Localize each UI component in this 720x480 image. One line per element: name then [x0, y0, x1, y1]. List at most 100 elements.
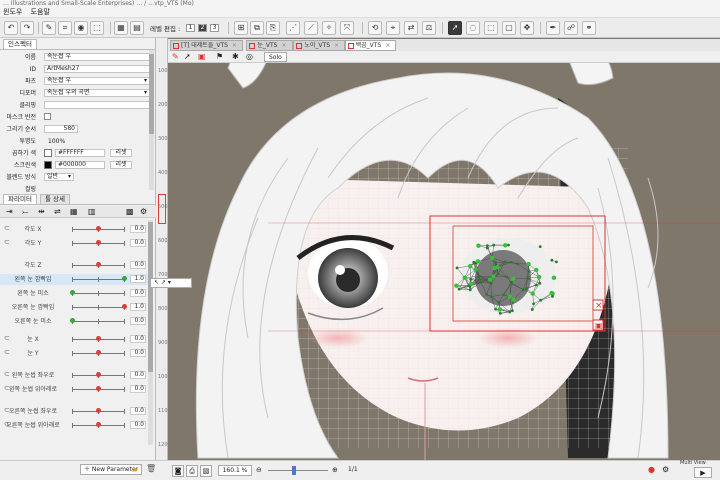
part-select[interactable]: 속눈썹 우 — [44, 77, 150, 85]
lasso-icon[interactable]: ◌ — [466, 21, 480, 35]
parameter-value[interactable]: 0.0 — [130, 335, 146, 343]
parameter-row[interactable]: 각도 Z 0.0 — [0, 260, 150, 271]
mesh-vertex[interactable] — [494, 307, 497, 311]
mesh-vertex[interactable] — [497, 307, 503, 312]
parameter-knob[interactable] — [95, 422, 101, 427]
zoom-out-icon[interactable]: ⊖ — [256, 466, 262, 474]
parameter-row[interactable]: ⊂ 눈 X 0.0 — [0, 334, 150, 345]
mesh-vertex[interactable] — [469, 278, 473, 281]
level-2-button[interactable]: 2 — [198, 24, 207, 32]
flip-icon[interactable]: ⇄ — [404, 21, 418, 35]
multiply-reset-button[interactable]: 리셋 — [110, 149, 132, 157]
redo-icon[interactable]: ↷ — [20, 21, 34, 35]
parameter-row[interactable]: ⊂ 눈 Y 0.0 — [0, 348, 150, 359]
mesh-vertex[interactable] — [503, 260, 507, 264]
zoom-slider[interactable] — [268, 470, 328, 471]
warp-icon[interactable]: ⤧ — [340, 21, 354, 35]
mesh-vertex[interactable] — [489, 295, 493, 298]
parameter-knob[interactable] — [95, 350, 101, 355]
parameter-value[interactable]: 0.0 — [130, 349, 146, 357]
mesh-vertex[interactable] — [502, 293, 506, 297]
parameter-row[interactable]: ⊂ 각도 Y 0.0 — [0, 238, 150, 249]
canvas-viewport[interactable]: × ▣ — [168, 38, 720, 460]
solo-button[interactable]: Solo — [264, 52, 287, 62]
view-icon[interactable]: ◎ — [246, 52, 253, 61]
mesh-vertex[interactable] — [539, 298, 543, 302]
copy-icon[interactable]: ⧉ — [250, 21, 264, 35]
mesh-edit-icon[interactable]: ▣ — [592, 319, 604, 331]
tab-close-icon[interactable]: × — [334, 42, 339, 49]
parameter-row[interactable]: 왼쪽 눈 깜빡임 1.0 — [0, 274, 150, 285]
parameter-value[interactable]: 0.0 — [130, 289, 146, 297]
pen-icon[interactable]: ✎ — [172, 52, 179, 61]
zoom-field[interactable]: 160.1 % — [218, 465, 252, 476]
zoom-slider-handle[interactable] — [292, 466, 296, 475]
select-tool-icon[interactable]: ➚ — [448, 21, 462, 35]
pointer-icon[interactable]: ➚ — [184, 52, 191, 61]
mesh-vertex[interactable] — [476, 243, 481, 248]
document-tab[interactable]: 노이_VTS × — [293, 40, 346, 51]
key-grid-icon[interactable]: ▩ — [126, 207, 134, 216]
parameter-knob[interactable] — [95, 336, 101, 341]
opacity-value[interactable]: 100% — [48, 137, 65, 146]
mesh-vertex[interactable] — [550, 258, 554, 262]
rect-select-icon[interactable]: ▢ — [502, 21, 516, 35]
parameter-value[interactable]: 1.0 — [130, 303, 146, 311]
capture-icon[interactable]: ▧ — [200, 465, 212, 477]
mesh-vertex[interactable] — [497, 300, 501, 304]
parameter-knob[interactable] — [121, 276, 127, 281]
mesh-vertex[interactable] — [457, 287, 461, 291]
parameter-value[interactable]: 0.0 — [130, 385, 146, 393]
screen-color-swatch[interactable] — [44, 161, 52, 169]
parameter-value[interactable]: 0.0 — [130, 261, 146, 269]
inspector-scrollbar[interactable] — [149, 50, 154, 190]
parameter-row[interactable]: ⊂ 각도 X 0.0 — [0, 224, 150, 235]
mesh-vertex[interactable] — [490, 255, 495, 261]
parameter-value[interactable]: 0.0 — [130, 421, 146, 429]
draw-order-field[interactable]: 580 — [44, 125, 78, 133]
level-3-button[interactable]: 3 — [210, 24, 219, 32]
tab-parameters[interactable]: 파라미터 — [3, 194, 37, 204]
tab-close-icon[interactable]: × — [385, 42, 390, 49]
menu-window[interactable]: 윈도우 — [0, 7, 25, 18]
camera-icon[interactable]: ◙ — [172, 465, 184, 477]
parameter-knob[interactable] — [69, 290, 75, 295]
undo-icon[interactable]: ↶ — [4, 21, 18, 35]
clipping-field[interactable] — [44, 101, 150, 109]
table-icon[interactable]: ▦ — [70, 207, 78, 216]
settings-icon[interactable]: ⚙ — [140, 207, 147, 216]
mesh-vertex[interactable] — [534, 267, 539, 273]
mesh-vertex[interactable] — [478, 278, 482, 281]
mesh-vertex[interactable] — [510, 309, 514, 313]
frame-icon[interactable]: ⊞ — [234, 21, 248, 35]
parameter-row[interactable]: ⊂ 왼쪽 눈썹 좌우로 0.0 — [0, 370, 150, 381]
mesh-vertex[interactable] — [468, 281, 474, 286]
mesh-vertex[interactable] — [507, 243, 510, 247]
pin-icon[interactable]: ⌖ — [386, 21, 400, 35]
parameter-row[interactable]: ⊂ 오른쪽 눈썹 좌우로 0.0 — [0, 406, 150, 417]
auto-mesh-icon[interactable]: ✧ — [322, 21, 336, 35]
mesh-vertex[interactable] — [492, 265, 497, 271]
mesh-vertex[interactable] — [454, 283, 459, 288]
mesh-vertex[interactable] — [510, 276, 516, 281]
id-field[interactable]: ArtMesh27 — [44, 65, 150, 73]
mesh-vertex[interactable] — [479, 280, 483, 284]
parameter-value[interactable]: 0.0 — [130, 317, 146, 325]
close-icon[interactable]: × — [592, 299, 604, 311]
brush-icon[interactable]: ✎ — [42, 21, 56, 35]
mesh-vertex[interactable] — [530, 308, 534, 311]
parameter-value[interactable]: 0.0 — [130, 225, 146, 233]
parameter-knob[interactable] — [95, 262, 101, 267]
mesh-vertex[interactable] — [551, 294, 554, 298]
tab-close-icon[interactable]: × — [232, 42, 237, 49]
mesh-vertex[interactable] — [511, 297, 516, 302]
gear-icon[interactable]: ⚙ — [662, 465, 669, 474]
mesh-vertex[interactable] — [536, 274, 542, 280]
move-icon[interactable]: ✥ — [520, 21, 534, 35]
mesh-vertex[interactable] — [524, 287, 528, 290]
mesh-vertex[interactable] — [488, 277, 493, 282]
mesh-vertex[interactable] — [455, 266, 459, 270]
trash-icon[interactable]: 🗑 — [146, 464, 156, 473]
mesh-vertex[interactable] — [491, 274, 496, 279]
mesh-vertex[interactable] — [530, 291, 535, 296]
